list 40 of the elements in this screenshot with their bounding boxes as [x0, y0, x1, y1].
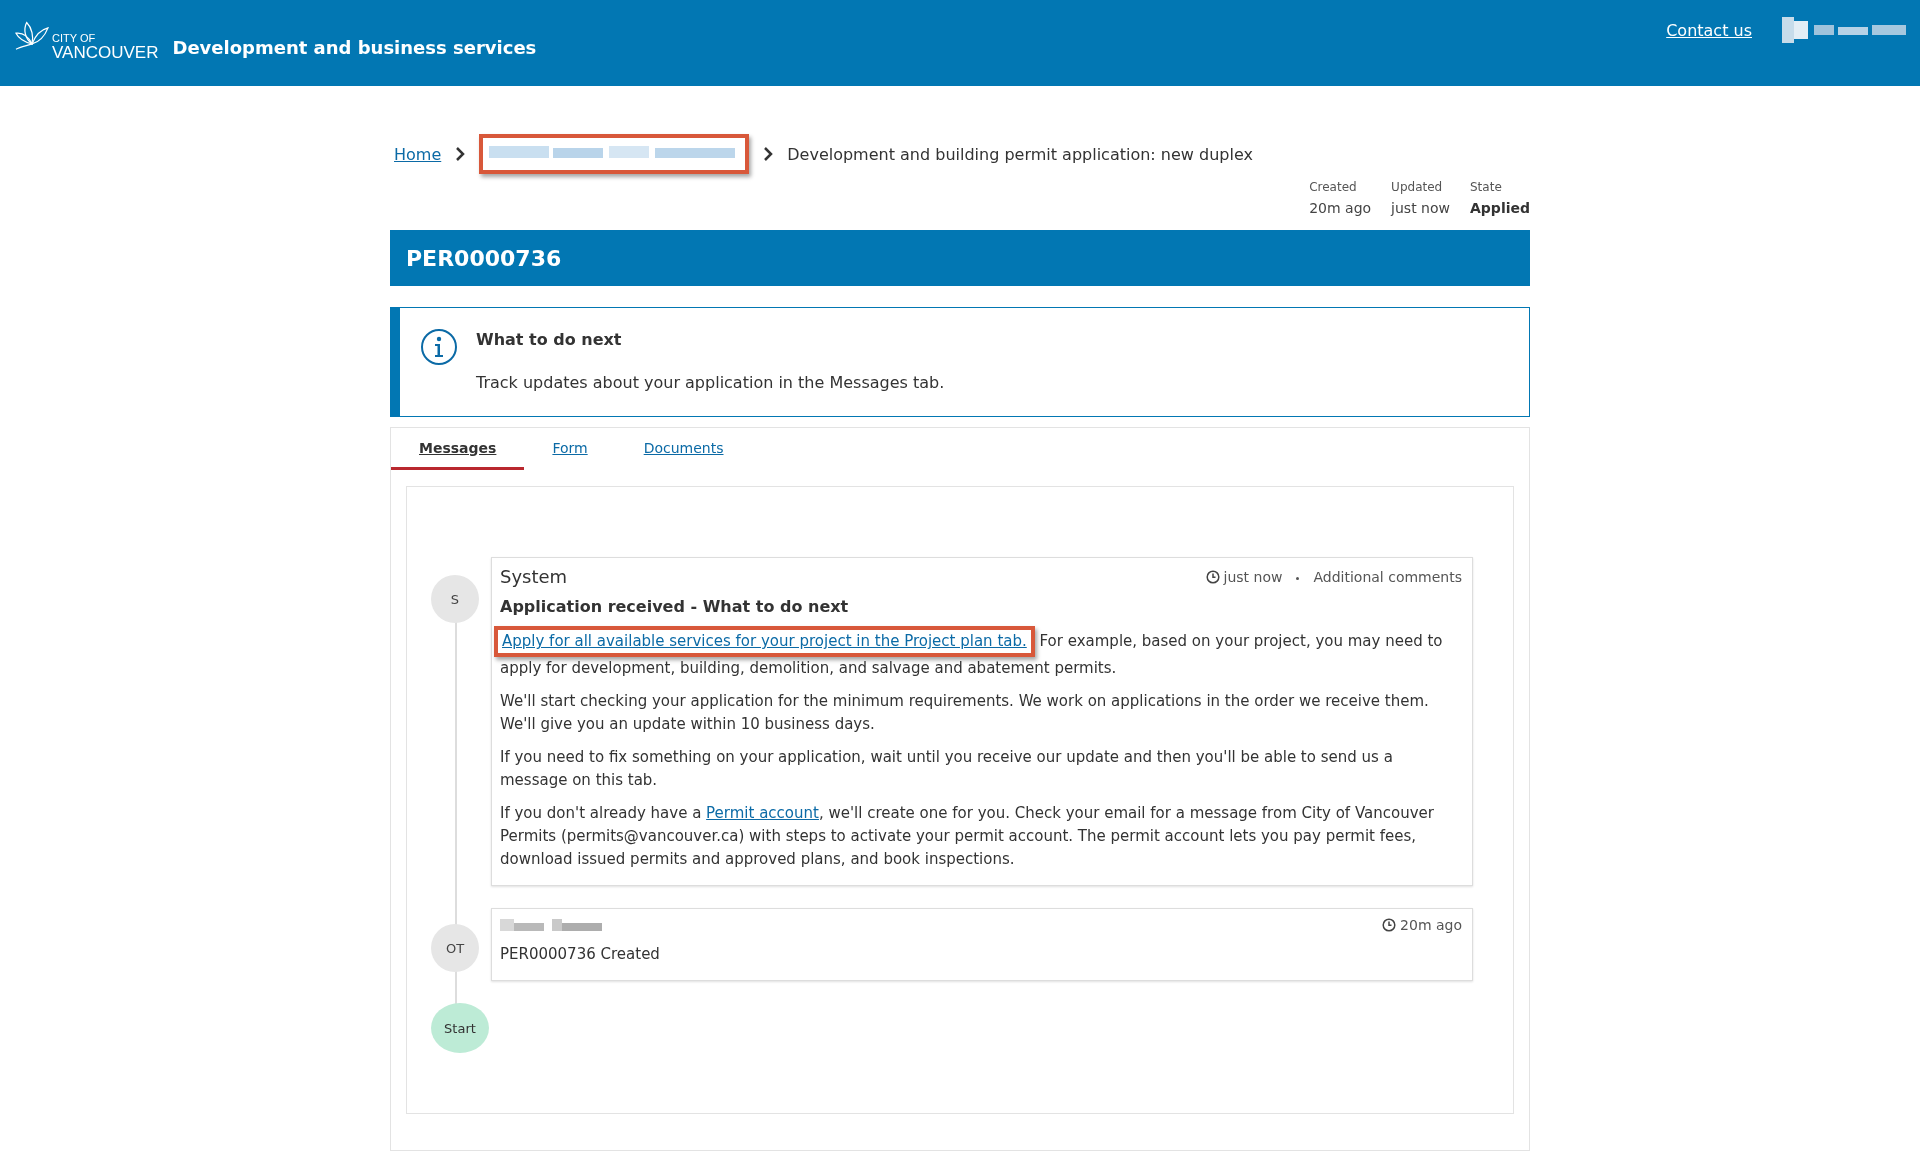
message-category: Additional comments	[1313, 568, 1462, 585]
message-time: 20m ago	[1400, 917, 1462, 933]
message-paragraph: Apply for all available services for your project in the Project plan tab. For example, based on your project, you may need to apply for development, building, demolition, and salvage and abatement permits.	[500, 626, 1462, 680]
separator-dot	[1296, 577, 1300, 580]
flower-logo-icon	[14, 19, 50, 51]
message-paragraph: PER0000736 Created	[500, 944, 661, 965]
message-paragraph: We'll start checking your application for the minimum requirements. We work on applications in the order we receive them. We'll give you an update within 10 business days.	[500, 691, 1430, 735]
breadcrumb-link[interactable]: Home	[394, 144, 442, 164]
logo-text: CITY OF	[52, 33, 97, 44]
meta-label: Updated	[1391, 180, 1444, 194]
message-paragraph: If you need to fix something on your application, wait until you receive our update and then you'll be able to send us a message on this tab.	[500, 747, 1394, 791]
message-subject: Application received - What to do next	[500, 597, 850, 616]
info-icon	[420, 328, 458, 366]
tab[interactable]: Messages	[391, 428, 525, 470]
notice-text: Track updates about your application in the Messages tab.	[476, 373, 945, 392]
site-title: Development and business services	[172, 36, 537, 58]
inline-link[interactable]: Permit account	[706, 804, 819, 822]
meta-value: just now	[1391, 200, 1450, 216]
permit-id: PER0000736	[406, 245, 562, 271]
contact-link[interactable]: Contact us	[1666, 20, 1752, 40]
avatar: OT	[431, 924, 479, 972]
chevron-icon	[455, 147, 466, 161]
breadcrumb-current: Development and building permit application: new duplex	[787, 144, 1253, 164]
meta-label: Created	[1309, 180, 1358, 194]
meta-value: 20m ago	[1309, 200, 1372, 216]
meta-value: Applied	[1470, 200, 1530, 216]
start-marker: Start	[431, 1003, 489, 1053]
clock-icon	[1382, 918, 1397, 932]
message-paragraph: If you don't already have a Permit account, we'll create one for you. Check your email for a message from City of Vancouver Permits (permits@vancouver.ca) with steps to activate your permit account. The permit account lets you pay permit fees, download issued permits and approved plans, and book inspections.	[500, 803, 1435, 870]
chevron-icon	[763, 147, 774, 161]
meta-label: State	[1470, 180, 1503, 194]
clock-icon	[1205, 569, 1220, 584]
avatar: S	[431, 575, 479, 623]
logo-text: VANCOUVER	[52, 44, 159, 61]
tab[interactable]: Documents	[615, 428, 752, 470]
inline-link[interactable]: Apply for all available services for your project in the Project plan tab.	[502, 632, 1027, 650]
notice-title: What to do next	[476, 330, 623, 349]
message-time: just now	[1223, 568, 1283, 585]
tab[interactable]: Form	[524, 428, 616, 470]
message-author: System	[500, 566, 568, 587]
